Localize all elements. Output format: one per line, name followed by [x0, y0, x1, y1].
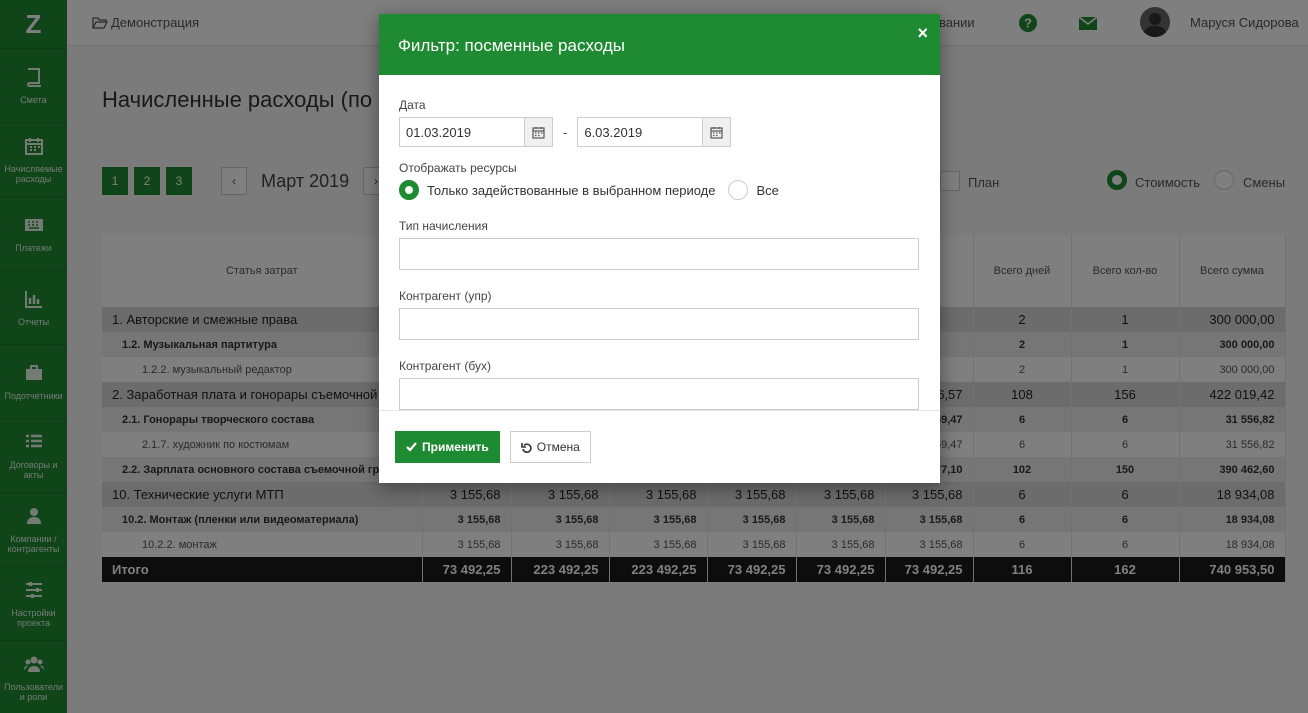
calendar-icon — [532, 126, 545, 139]
calendar-icon — [710, 126, 723, 139]
apply-label: Применить — [422, 440, 489, 454]
date-to-input[interactable] — [577, 117, 704, 147]
undo-icon — [520, 442, 532, 453]
resources-option-used-label[interactable]: Только задействованные в выбранном перио… — [427, 183, 715, 198]
resources-radio-used[interactable] — [399, 180, 419, 200]
resources-radio-group: Только задействованные в выбранном перио… — [399, 180, 920, 200]
date-from-input[interactable] — [399, 117, 525, 147]
contractor-mgmt-label: Контрагент (упр) — [399, 289, 492, 303]
modal-footer: Применить Отмена — [379, 410, 940, 483]
date-from-calendar-button[interactable] — [525, 117, 553, 147]
modal-body: Дата - Отображать ресурсы Только задейст… — [379, 75, 940, 429]
date-range: - — [399, 117, 920, 147]
cancel-label: Отмена — [536, 440, 580, 454]
close-icon[interactable]: × — [917, 23, 928, 44]
resources-label: Отображать ресурсы — [399, 161, 517, 175]
contractor-mgmt-field[interactable] — [399, 308, 919, 340]
accrual-type-field[interactable] — [399, 238, 919, 270]
contractor-acc-label: Контрагент (бух) — [399, 359, 491, 373]
modal-header: Фильтр: посменные расходы × — [379, 14, 940, 75]
modal-title: Фильтр: посменные расходы — [398, 36, 625, 55]
cancel-button[interactable]: Отмена — [509, 431, 591, 463]
contractor-acc-field[interactable] — [399, 378, 919, 410]
resources-option-all-label[interactable]: Все — [756, 183, 778, 198]
accrual-type-label: Тип начисления — [399, 219, 488, 233]
filter-modal: Фильтр: посменные расходы × Дата - Отобр… — [379, 14, 940, 483]
apply-button[interactable]: Применить — [395, 431, 500, 463]
date-to-calendar-button[interactable] — [703, 117, 732, 147]
resources-radio-all[interactable] — [728, 180, 749, 200]
date-separator: - — [563, 124, 568, 140]
date-label: Дата — [399, 98, 426, 112]
check-icon — [406, 442, 417, 452]
